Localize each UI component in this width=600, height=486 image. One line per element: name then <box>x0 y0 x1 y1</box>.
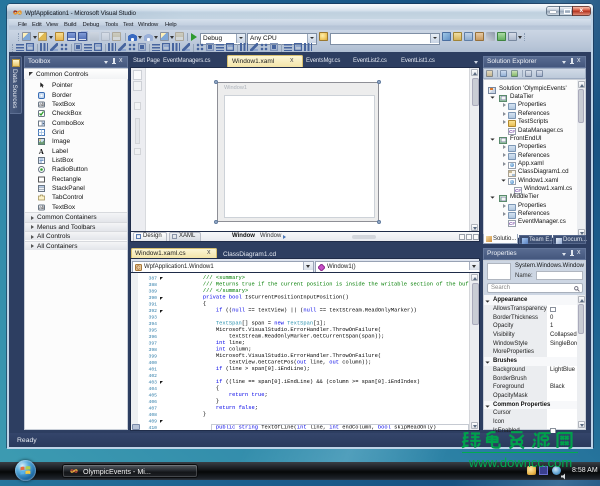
svg-text:A: A <box>39 148 44 155</box>
svg-text:C: C <box>136 265 140 271</box>
svg-text:ab: ab <box>39 102 45 107</box>
svg-text:ab: ab <box>39 205 45 210</box>
